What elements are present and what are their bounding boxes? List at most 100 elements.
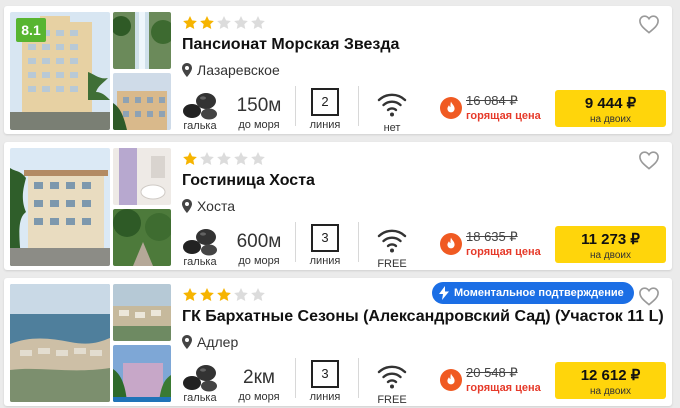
- divider: [358, 86, 359, 126]
- hotel-card-2[interactable]: Гостиница Хоста Хоста галька 600м до мор…: [4, 142, 672, 270]
- price-note: на двоих: [589, 114, 632, 125]
- pebbles-icon: [182, 226, 218, 256]
- hotel-photo-thumb[interactable]: [113, 209, 171, 266]
- line-label: линия: [309, 391, 341, 403]
- hot-price-label: горящая цена: [466, 110, 541, 122]
- sea-distance: 600м до моря: [230, 228, 288, 268]
- hot-price-label: горящая цена: [466, 246, 541, 258]
- line-number: 3: [311, 224, 339, 252]
- old-price: 18 635 ₽: [466, 229, 518, 244]
- pin-icon: [182, 63, 192, 77]
- wifi-icon: [377, 226, 407, 254]
- line-label: линия: [309, 119, 341, 131]
- distance-label: до моря: [238, 255, 280, 267]
- hotel-photo-main[interactable]: [10, 284, 110, 402]
- wifi-info: нет: [368, 90, 416, 135]
- beach-line: 3 линия: [300, 360, 350, 404]
- hotel-photo-thumb-image: [113, 73, 171, 130]
- price-value: 9 444 ₽: [584, 95, 637, 112]
- hotel-card-3[interactable]: Моментальное подтверждение ГК Бархатные …: [4, 278, 672, 406]
- divider: [295, 222, 296, 262]
- beach-type: галька: [180, 90, 220, 133]
- rating-badge: 8.1: [16, 18, 46, 42]
- old-price: 16 084 ₽: [466, 93, 518, 108]
- hotel-photo-thumb-image: [113, 148, 171, 205]
- line-number: 3: [311, 360, 339, 388]
- star-icon: [216, 287, 232, 303]
- location-label: Хоста: [197, 198, 236, 214]
- distance-label: до моря: [238, 391, 280, 403]
- distance-value: 600м: [236, 231, 282, 252]
- hotel-location: Хоста: [182, 197, 235, 215]
- hotel-photo-thumb-image: [113, 284, 171, 341]
- star-rating: [182, 287, 266, 303]
- old-price: 20 548 ₽: [466, 365, 518, 380]
- divider: [295, 358, 296, 398]
- lightning-icon: [438, 286, 450, 300]
- heart-icon[interactable]: [638, 286, 660, 306]
- line-number: 2: [311, 88, 339, 116]
- wifi-label: FREE: [377, 258, 407, 270]
- line-label: линия: [309, 255, 341, 267]
- hotel-photo-thumb-image: [113, 345, 171, 402]
- star-icon: [250, 287, 266, 303]
- star-rating: [182, 15, 266, 31]
- location-label: Адлер: [197, 334, 239, 350]
- pin-icon: [182, 335, 192, 349]
- star-icon: [233, 151, 249, 167]
- price-note: на двоих: [589, 250, 632, 261]
- beach-type: галька: [180, 362, 220, 405]
- hotel-card-1[interactable]: 8.1 Пансионат Морская Звезда Лазаревское…: [4, 6, 672, 134]
- hotel-photo-thumb-image: [113, 209, 171, 266]
- pebbles-icon: [182, 362, 218, 392]
- distance-value: 2км: [243, 367, 275, 388]
- star-rating: [182, 151, 266, 167]
- price-button[interactable]: 12 612 ₽ на двоих: [555, 362, 666, 399]
- pin-icon: [182, 199, 192, 213]
- star-icon: [233, 15, 249, 31]
- hotel-name[interactable]: ГК Бархатные Сезоны (Александровский Сад…: [182, 308, 664, 326]
- hotel-photo-thumb[interactable]: [113, 73, 171, 130]
- price-value: 12 612 ₽: [580, 367, 641, 384]
- hotel-photo-thumb[interactable]: [113, 12, 171, 69]
- beach-line: 3 линия: [300, 224, 350, 268]
- pebbles-icon: [182, 90, 218, 120]
- hotel-photo-thumb[interactable]: [113, 345, 171, 402]
- beach-label: галька: [183, 392, 217, 404]
- divider: [358, 358, 359, 398]
- hotel-photo-thumb-image: [113, 12, 171, 69]
- hotel-photo-thumb[interactable]: [113, 148, 171, 205]
- star-icon: [199, 15, 215, 31]
- beach-label: галька: [183, 256, 217, 268]
- hotel-photo-main[interactable]: [10, 148, 110, 266]
- price-note: на двоих: [589, 386, 632, 397]
- distance-value: 150м: [236, 95, 282, 116]
- hotel-photo-thumb[interactable]: [113, 284, 171, 341]
- heart-icon[interactable]: [638, 14, 660, 34]
- star-icon: [182, 151, 198, 167]
- wifi-icon: [377, 362, 407, 390]
- divider: [358, 222, 359, 262]
- star-icon: [182, 15, 198, 31]
- beach-label: галька: [183, 120, 217, 132]
- hotel-location: Лазаревское: [182, 61, 280, 79]
- price-button[interactable]: 9 444 ₽ на двоих: [555, 90, 666, 127]
- price-value: 11 273 ₽: [581, 231, 640, 248]
- hotel-name[interactable]: Гостиница Хоста: [182, 172, 315, 190]
- star-icon: [199, 151, 215, 167]
- star-icon: [216, 15, 232, 31]
- hot-price-label: горящая цена: [466, 382, 541, 394]
- star-icon: [216, 151, 232, 167]
- price-button[interactable]: 11 273 ₽ на двоих: [555, 226, 666, 263]
- distance-label: до моря: [238, 119, 280, 131]
- wifi-info: FREE: [368, 226, 416, 271]
- star-icon: [250, 151, 266, 167]
- divider: [295, 86, 296, 126]
- heart-icon[interactable]: [638, 150, 660, 170]
- hotel-name[interactable]: Пансионат Морская Звезда: [182, 36, 399, 54]
- star-icon: [233, 287, 249, 303]
- sea-distance: 2км до моря: [230, 364, 288, 404]
- beach-type: галька: [180, 226, 220, 269]
- hotel-photo-main[interactable]: 8.1: [10, 12, 110, 130]
- hotel-photo-image: [10, 148, 110, 266]
